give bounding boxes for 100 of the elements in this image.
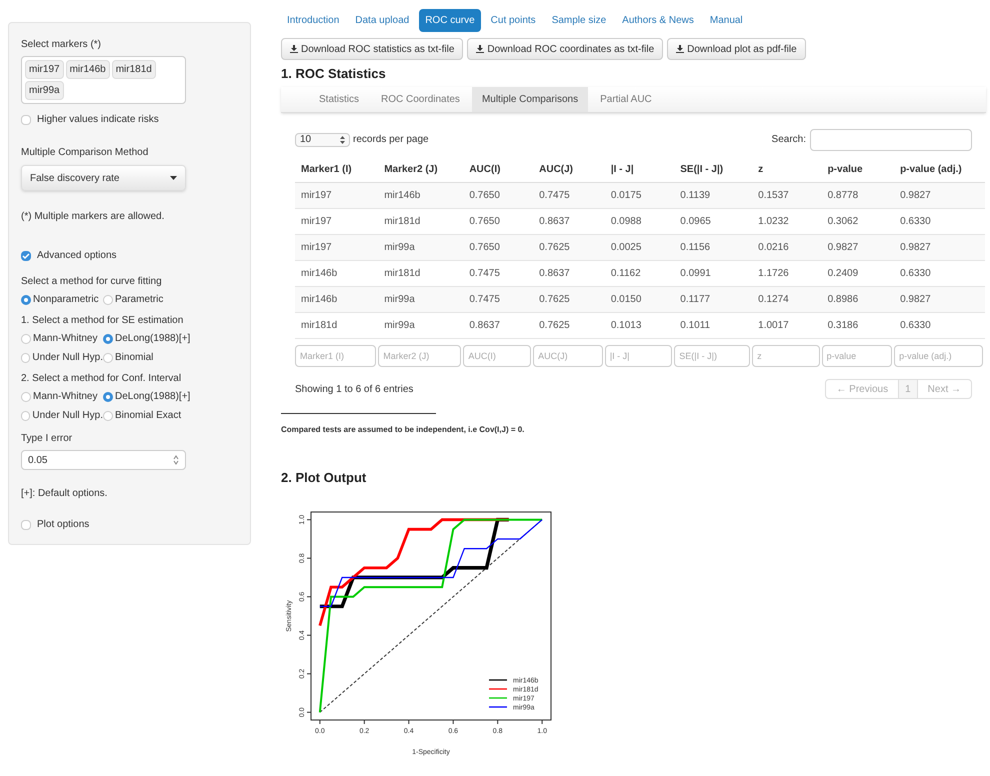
sub-tab[interactable]: Partial AUC [590, 86, 662, 112]
radio-label: Mann-Whitney [33, 390, 98, 404]
table-cell: mir181d [295, 312, 378, 338]
table-cell: 0.1162 [604, 260, 674, 286]
table-cell: 0.1013 [604, 312, 674, 338]
radio-label: Parametric [115, 293, 164, 307]
column-header[interactable]: p-value (adj.) [894, 156, 985, 182]
sub-tab[interactable]: ROC Coordinates [371, 86, 470, 112]
radio-button[interactable] [103, 294, 113, 304]
checkbox-label: Higher values indicate risks [37, 113, 159, 127]
nav-tab[interactable]: ROC curve [419, 8, 481, 32]
table-cell: 0.6330 [894, 208, 985, 234]
table-cell: 1.1726 [752, 260, 822, 286]
column-header[interactable]: Marker2 (J) [378, 156, 464, 182]
filter-field[interactable]: z [752, 345, 820, 367]
table-cell: 0.8637 [533, 260, 605, 286]
nav-tab[interactable]: Sample size [546, 8, 612, 32]
marker-tag[interactable]: mir181d [112, 60, 156, 79]
filter-field[interactable]: Marker2 (J) [378, 345, 462, 367]
download-button[interactable]: Download plot as pdf-file [667, 38, 806, 60]
sub-tab[interactable]: Statistics [309, 86, 370, 112]
radio-button[interactable] [21, 352, 30, 362]
note-text: [+]: Default options. [21, 487, 108, 501]
table-cell: 0.8778 [822, 182, 894, 208]
table-cell: 0.7475 [463, 286, 534, 312]
table-cell: 0.7625 [533, 234, 605, 260]
column-header[interactable]: AUC(I) [463, 156, 534, 182]
radio-label: Nonparametric [33, 293, 99, 307]
nav-tab[interactable]: Cut points [484, 8, 542, 32]
download-button[interactable]: Download ROC coordinates as txt-file [467, 38, 664, 60]
radio-button[interactable] [21, 392, 31, 402]
download-button[interactable]: Download ROC statistics as txt-file [281, 38, 464, 60]
table-cell: 1.0017 [752, 312, 822, 338]
download-icon [476, 45, 484, 53]
marker-tag[interactable]: mir99a [25, 81, 64, 100]
radio-label: DeLong(1988)[+] [115, 390, 190, 404]
table-cell: 0.0025 [604, 234, 674, 260]
column-header[interactable]: z [752, 156, 822, 182]
radio-button[interactable] [21, 294, 31, 304]
radio-button[interactable] [21, 410, 30, 420]
radio-label: Under Null Hyp. [32, 409, 103, 423]
column-header[interactable]: p-value [822, 156, 894, 182]
search-field[interactable] [810, 128, 972, 150]
checkbox[interactable] [21, 520, 31, 530]
column-header[interactable]: Marker1 (I) [295, 156, 378, 182]
radio-button[interactable] [103, 334, 113, 344]
table-cell: mir99a [378, 234, 464, 260]
table-cell: 0.1156 [674, 234, 752, 260]
checkbox[interactable] [21, 114, 31, 124]
filter-field[interactable]: |I - J| [604, 345, 672, 367]
nav-tab[interactable]: Data upload [349, 8, 416, 32]
note-text: (*) Multiple markers are allowed. [21, 210, 166, 224]
column-header[interactable]: SE(|I - J|) [674, 156, 752, 182]
table-cell: 0.1274 [752, 286, 822, 312]
table-cell: 0.1537 [752, 182, 822, 208]
radio-button[interactable] [103, 392, 113, 402]
filter-field[interactable]: p-value (adj.) [894, 345, 983, 367]
filter-field[interactable]: p-value [822, 345, 892, 367]
spinner-icon[interactable] [173, 455, 179, 465]
nav-tab[interactable]: Introduction [281, 8, 346, 32]
table-cell: mir146b [295, 260, 378, 286]
marker-tag[interactable]: mir197 [25, 60, 64, 79]
method-dropdown[interactable]: False discovery rate [21, 165, 186, 191]
table-cell: 0.8637 [463, 312, 534, 338]
nav-tab[interactable]: Manual [704, 8, 749, 32]
marker-tag[interactable]: mir146b [66, 60, 110, 79]
checkbox[interactable] [21, 250, 31, 260]
radio-button[interactable] [21, 334, 31, 344]
table-cell: 0.0965 [674, 208, 752, 234]
column-header[interactable]: AUC(J) [533, 156, 605, 182]
table-cell: 0.7625 [533, 286, 605, 312]
filter-field[interactable]: Marker1 (I) [295, 345, 376, 367]
table-cell: 0.0991 [674, 260, 752, 286]
filter-field[interactable]: SE(|I - J|) [674, 345, 750, 367]
table-cell: 0.1139 [674, 182, 752, 208]
table-cell: 0.0988 [604, 208, 674, 234]
filter-field[interactable]: AUC(I) [463, 345, 532, 367]
column-header[interactable]: |I - J| [604, 156, 674, 182]
table-cell: 0.8986 [822, 286, 894, 312]
number-input-field[interactable]: 0.05 [21, 450, 186, 470]
radio-label: Binomial [115, 351, 154, 365]
table-cell: 0.9827 [894, 182, 985, 208]
filter-field[interactable]: AUC(J) [533, 345, 603, 367]
table-cell: 1.0232 [752, 208, 822, 234]
radio-button[interactable] [103, 352, 113, 362]
radio-label: DeLong(1988)[+] [115, 332, 190, 346]
sub-tab[interactable]: Multiple Comparisons [472, 86, 588, 112]
radio-button[interactable] [103, 410, 113, 420]
caret-icon [170, 176, 177, 180]
spinner-icon [340, 136, 345, 144]
table-cell: mir146b [295, 286, 378, 312]
table-cell: 0.3186 [822, 312, 894, 338]
radio-label: Binomial Exact [115, 409, 182, 423]
marker-select-field[interactable]: mir197 mir146b mir181d mir99a [21, 56, 186, 104]
section-heading: 2. Plot Output [281, 469, 368, 487]
table-cell: 0.6330 [894, 312, 985, 338]
field-label: Type I error [21, 432, 74, 446]
nav-tab[interactable]: Authors & News [616, 8, 700, 32]
page-length-select[interactable]: 10 [295, 132, 350, 146]
table-cell: 0.1177 [674, 286, 752, 312]
